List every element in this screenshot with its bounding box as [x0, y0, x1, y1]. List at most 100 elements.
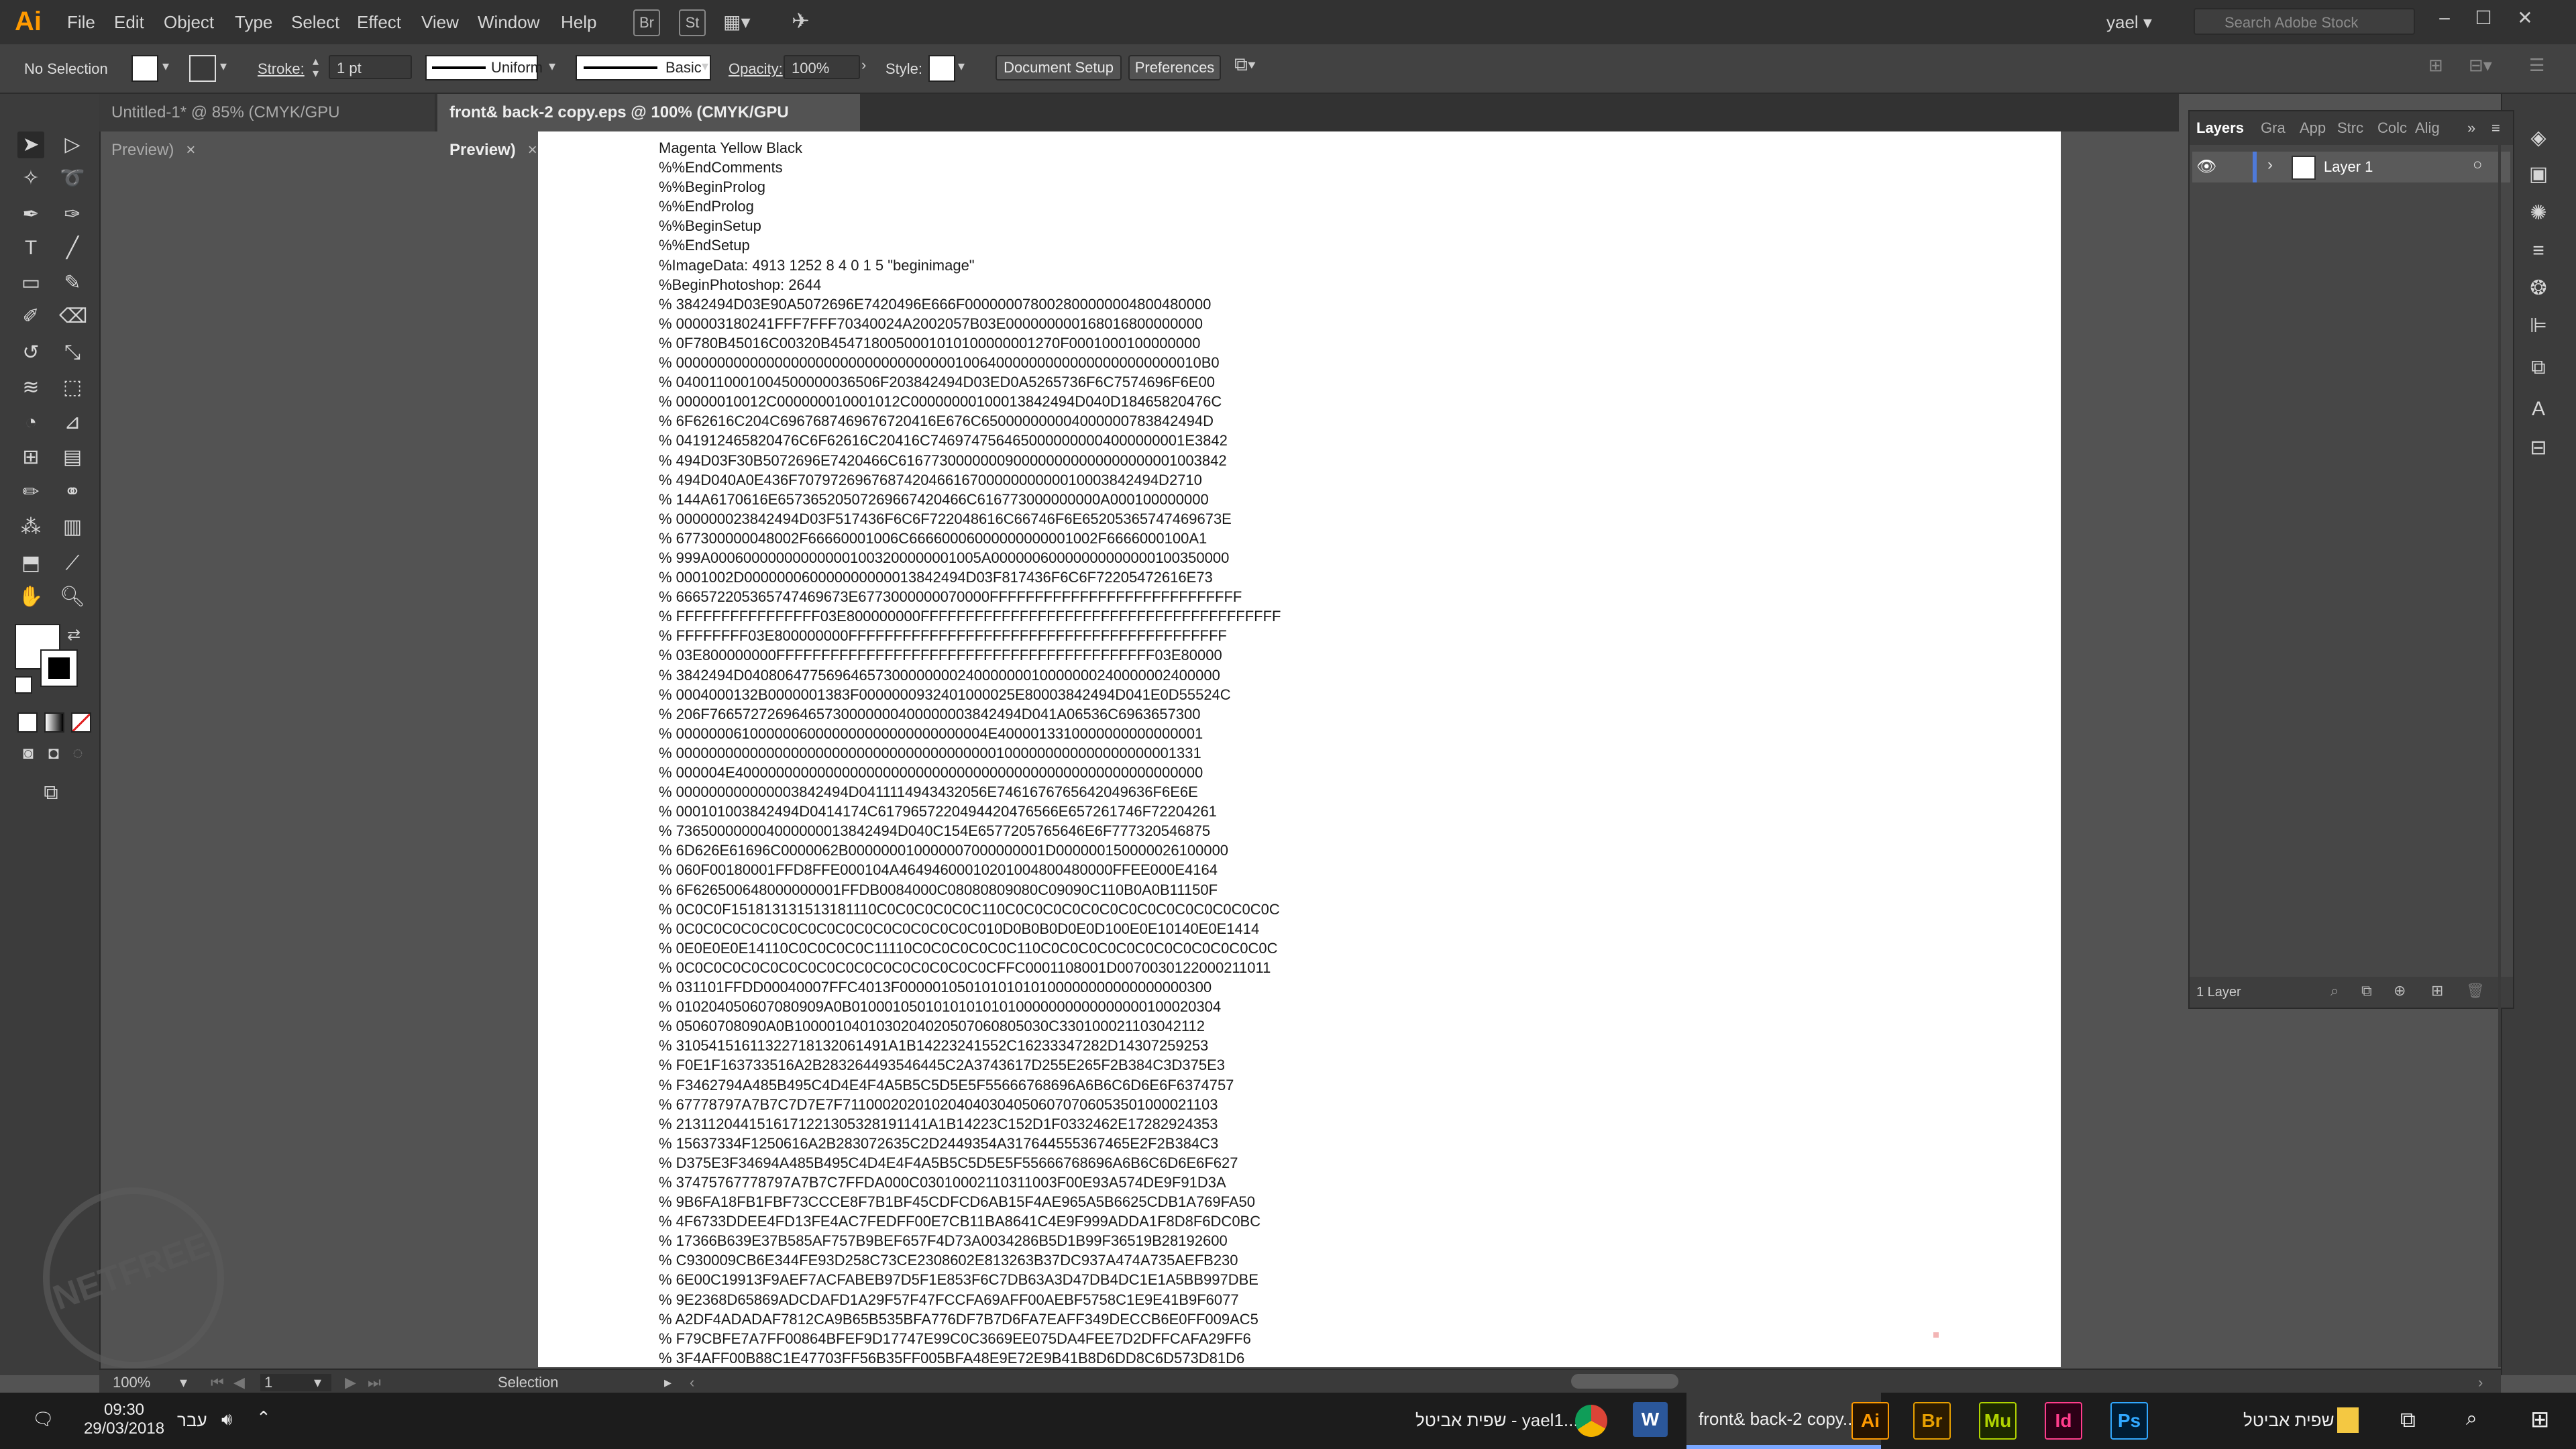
menu-help[interactable]: Help	[561, 12, 596, 33]
muse-icon[interactable]: Mu	[1979, 1402, 2017, 1440]
swap-fill-stroke-icon[interactable]: ⇄	[67, 625, 80, 645]
character-panel-icon[interactable]: A	[2525, 396, 2552, 423]
default-colors-icon[interactable]	[15, 676, 32, 694]
clock[interactable]: 09:30 29/03/2018	[74, 1401, 174, 1438]
expand-layer-icon[interactable]: ›	[2267, 156, 2273, 174]
curvature-tool-icon[interactable]: ✑	[59, 201, 86, 228]
libraries-panel-icon[interactable]: ⊟	[2525, 435, 2552, 462]
tab-layers[interactable]: Layers	[2196, 119, 2244, 137]
style-dropdown-icon[interactable]: ▾	[958, 58, 965, 74]
perspective-grid-tool-icon[interactable]: ⊿	[59, 409, 86, 436]
artboards-panel-icon[interactable]: ▣	[2525, 161, 2552, 188]
layers-panel-icon[interactable]: ◈	[2525, 125, 2552, 152]
line-tool-icon[interactable]: ╱	[59, 235, 86, 262]
vertical-scrollbar[interactable]	[2498, 131, 2501, 1367]
new-layer-icon[interactable]: ⊞	[2431, 982, 2443, 1000]
menu-select[interactable]: Select	[291, 12, 339, 33]
preferences-button[interactable]: Preferences	[1128, 55, 1221, 80]
gpu-performance-icon[interactable]: ✈	[792, 8, 810, 34]
notifications-icon[interactable]: 🗨︎	[32, 1409, 54, 1430]
document-setup-button[interactable]: Document Setup	[996, 55, 1122, 80]
close-tab-icon[interactable]: ×	[186, 141, 195, 159]
user-account-menu[interactable]: yael ▾	[2106, 12, 2152, 33]
tab-color[interactable]: Colc	[2377, 119, 2407, 137]
menu-effect[interactable]: Effect	[357, 12, 401, 33]
tab-appearance[interactable]: App	[2300, 119, 2326, 137]
layer-target-icon[interactable]: ○	[2473, 156, 2483, 174]
maximize-icon[interactable]: ☐	[2470, 7, 2497, 29]
shape-builder-tool-icon[interactable]: ◔	[17, 409, 44, 436]
bridge-button[interactable]: Br	[633, 9, 660, 36]
zoom-tool-icon[interactable]: 🔍︎	[59, 584, 86, 610]
panel-menu-icon[interactable]: ☰	[2529, 55, 2544, 76]
magic-wand-tool-icon[interactable]: ✧	[17, 165, 44, 192]
menu-file[interactable]: File	[67, 12, 95, 33]
stock-button[interactable]: St	[679, 9, 706, 36]
stroke-label[interactable]: Stroke:	[258, 60, 305, 78]
column-graph-tool-icon[interactable]: ▥	[59, 514, 86, 541]
gradient-tool-icon[interactable]: ▤	[59, 444, 86, 471]
stroke-swatch[interactable]	[189, 55, 216, 82]
visibility-eye-icon[interactable]: 👁︎	[2196, 157, 2216, 176]
color-mode-icon[interactable]	[17, 712, 38, 733]
stroke-dropdown-icon[interactable]: ▾	[220, 58, 227, 74]
make-clipping-mask-icon[interactable]: ⧉	[2361, 982, 2372, 1000]
stock-search-input[interactable]: Search Adobe Stock	[2194, 8, 2415, 35]
brush-definition[interactable]: Basic	[576, 55, 711, 80]
chrome-icon[interactable]	[1575, 1405, 1607, 1437]
task-view-icon[interactable]: ⧉	[2400, 1407, 2416, 1433]
menu-type[interactable]: Type	[235, 12, 272, 33]
current-tool-status[interactable]: Selection	[498, 1374, 559, 1391]
workspace-arrange-icon[interactable]: ▦▾	[723, 11, 751, 33]
draw-normal-icon[interactable]: ◙	[15, 739, 42, 766]
close-tab-icon[interactable]: ×	[528, 141, 537, 159]
tab-gradient[interactable]: Gra	[2261, 119, 2286, 137]
draw-inside-icon[interactable]: ◌	[64, 739, 91, 766]
taskbar-chrome-window[interactable]: שפית אביטל - yael1...	[1415, 1410, 1578, 1431]
color-panel-icon[interactable]: ✺	[2525, 200, 2552, 227]
first-artboard-icon[interactable]: ⏮	[211, 1374, 224, 1391]
slice-tool-icon[interactable]: ⟋	[59, 550, 86, 577]
word-icon[interactable]: W	[1633, 1402, 1668, 1437]
show-hidden-icons-icon[interactable]: ⌃	[256, 1407, 271, 1428]
new-sublayer-icon[interactable]: ⊕	[2394, 982, 2406, 1000]
pen-tool-icon[interactable]: ✒	[17, 201, 44, 228]
scale-tool-icon[interactable]: ⤡	[59, 339, 86, 366]
tab-untitled-1[interactable]: Untitled-1* @ 85% (CMYK/GPU Preview) ×	[99, 94, 435, 159]
tab-stroke[interactable]: Strc	[2337, 119, 2363, 137]
menu-view[interactable]: View	[421, 12, 459, 33]
status-menu-icon[interactable]: ▸	[664, 1374, 672, 1391]
brush-dropdown-icon[interactable]: ▾	[702, 58, 708, 74]
blend-tool-icon[interactable]: ⚭	[59, 479, 86, 506]
zoom-level[interactable]: 100%	[113, 1374, 150, 1391]
opacity-field[interactable]: 100%	[784, 55, 860, 79]
gradient-mode-icon[interactable]	[44, 712, 64, 733]
appearance-panel-icon[interactable]: ❂	[2525, 275, 2552, 302]
mesh-tool-icon[interactable]: ⊞	[17, 444, 44, 471]
symbol-sprayer-tool-icon[interactable]: ⁂	[17, 514, 44, 541]
taskbar-folder-label[interactable]: שפית אביטל	[2243, 1410, 2334, 1431]
folder-icon[interactable]	[2337, 1407, 2359, 1433]
scroll-right-icon[interactable]: ›	[2478, 1374, 2483, 1391]
layer-name[interactable]: Layer 1	[2324, 158, 2373, 176]
stroke-color-box[interactable]	[40, 649, 78, 687]
indesign-icon[interactable]: Id	[2045, 1402, 2082, 1440]
menu-edit[interactable]: Edit	[114, 12, 144, 33]
screen-mode-icon[interactable]: ⧉	[38, 780, 64, 806]
stroke-weight-field[interactable]: 1 pt	[329, 55, 412, 79]
stroke-panel-icon[interactable]: ≡	[2525, 237, 2552, 264]
rotate-tool-icon[interactable]: ↺	[17, 339, 44, 366]
arrange-documents-icon[interactable]: ⧉▾	[1234, 54, 1256, 76]
volume-icon[interactable]: 🔊︎	[221, 1409, 232, 1430]
bridge-icon[interactable]: Br	[1913, 1402, 1951, 1440]
last-artboard-icon[interactable]: ⏭	[368, 1374, 381, 1391]
windows-start-icon[interactable]: ⊞	[2530, 1406, 2550, 1433]
fill-swatch[interactable]	[131, 55, 158, 82]
eraser-tool-icon[interactable]: ⌫	[59, 303, 87, 330]
profile-dropdown-icon[interactable]: ▾	[549, 58, 555, 74]
minimize-icon[interactable]: –	[2431, 7, 2458, 28]
shaper-tool-icon[interactable]: ✐	[17, 303, 44, 330]
search-icon[interactable]: ⌕	[2466, 1407, 2477, 1430]
free-transform-tool-icon[interactable]: ⬚	[59, 374, 86, 401]
previous-artboard-icon[interactable]: ◀	[233, 1374, 245, 1391]
